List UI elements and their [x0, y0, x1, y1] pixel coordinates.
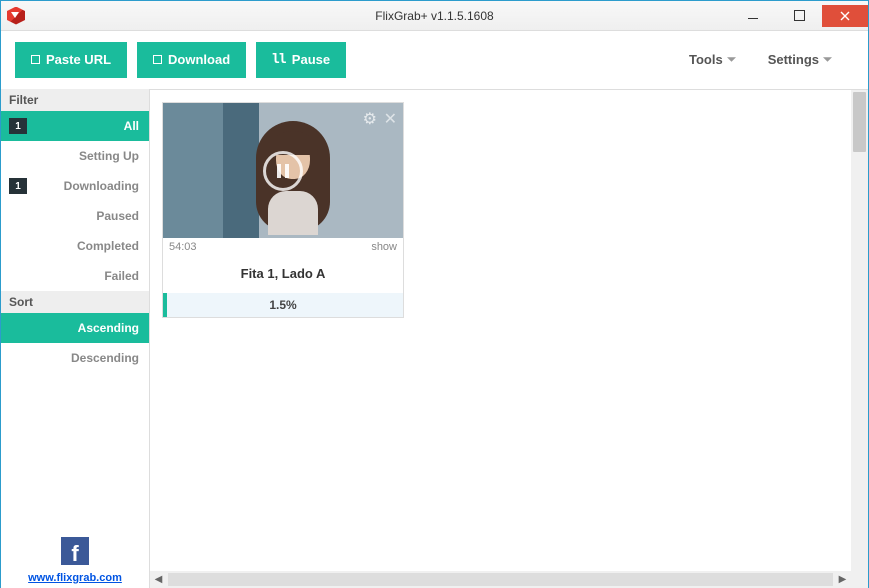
content-area: ⚙ ✕ 54:03 show Fita 1, Lado A 1.5% ◀ ▶ — [149, 89, 868, 588]
titlebar: FlixGrab+ v1.1.5.1608 — [1, 1, 868, 31]
card-meta: 54:03 show — [163, 238, 403, 256]
filter-all-label: All — [124, 119, 139, 133]
close-icon[interactable]: ✕ — [384, 109, 397, 129]
filter-completed[interactable]: Completed — [1, 231, 149, 261]
card-progress: 1.5% — [163, 293, 403, 317]
pause-label: Pause — [292, 52, 330, 67]
filter-setting-up-label: Setting Up — [79, 149, 139, 163]
maximize-button[interactable] — [776, 5, 822, 27]
filter-setting-up[interactable]: Setting Up — [1, 141, 149, 171]
toolbar: Paste URL Download ll Pause Tools Settin… — [1, 31, 868, 89]
filter-paused-label: Paused — [96, 209, 139, 223]
download-label: Download — [168, 52, 230, 67]
filter-completed-label: Completed — [77, 239, 139, 253]
window-title: FlixGrab+ v1.1.5.1608 — [375, 9, 493, 23]
filter-failed-label: Failed — [104, 269, 139, 283]
window-controls — [730, 5, 868, 27]
close-button[interactable] — [822, 5, 868, 27]
paste-icon — [31, 55, 40, 64]
sidebar: Filter 1 All Setting Up 1 Downloading Pa… — [1, 89, 149, 588]
scroll-corner — [851, 571, 868, 588]
scroll-right-icon[interactable]: ▶ — [834, 574, 851, 585]
tools-menu[interactable]: Tools — [689, 52, 736, 67]
sort-ascending[interactable]: Ascending — [1, 313, 149, 343]
progress-text: 1.5% — [269, 298, 296, 312]
vertical-scrollbar[interactable] — [851, 90, 868, 571]
settings-label: Settings — [768, 52, 819, 67]
download-icon — [153, 55, 162, 64]
card-duration: 54:03 — [169, 241, 197, 253]
filter-paused[interactable]: Paused — [1, 201, 149, 231]
filter-header: Filter — [1, 89, 149, 111]
gear-icon[interactable]: ⚙ — [363, 109, 377, 129]
download-button[interactable]: Download — [137, 42, 246, 78]
sort-header: Sort — [1, 291, 149, 313]
pause-icon: ll — [272, 52, 286, 67]
settings-menu[interactable]: Settings — [768, 52, 832, 67]
scroll-left-icon[interactable]: ◀ — [150, 574, 167, 585]
horizontal-scrollbar[interactable]: ◀ ▶ — [150, 571, 851, 588]
filter-downloading-label: Downloading — [64, 179, 139, 193]
card-thumbnail: ⚙ ✕ — [163, 103, 403, 238]
filter-all-count: 1 — [9, 118, 27, 134]
sort-desc-label: Descending — [71, 351, 139, 365]
card-title: Fita 1, Lado A — [163, 256, 403, 293]
tools-label: Tools — [689, 52, 723, 67]
sort-asc-label: Ascending — [78, 321, 139, 335]
download-card[interactable]: ⚙ ✕ 54:03 show Fita 1, Lado A 1.5% — [162, 102, 404, 318]
paste-url-button[interactable]: Paste URL — [15, 42, 127, 78]
filter-downloading-count: 1 — [9, 178, 27, 194]
filter-downloading[interactable]: 1 Downloading — [1, 171, 149, 201]
sidebar-footer: f www.flixgrab.com — [1, 529, 149, 588]
chevron-down-icon — [823, 57, 832, 63]
facebook-icon[interactable]: f — [61, 537, 89, 565]
minimize-button[interactable] — [730, 5, 776, 27]
chevron-down-icon — [727, 57, 736, 63]
filter-failed[interactable]: Failed — [1, 261, 149, 291]
pause-button[interactable]: ll Pause — [256, 42, 346, 78]
progress-bar — [163, 293, 167, 317]
app-icon — [7, 7, 25, 25]
card-action[interactable]: show — [371, 241, 397, 253]
sort-descending[interactable]: Descending — [1, 343, 149, 373]
filter-all[interactable]: 1 All — [1, 111, 149, 141]
pause-overlay-icon[interactable] — [263, 151, 303, 191]
website-link[interactable]: www.flixgrab.com — [28, 572, 122, 584]
paste-label: Paste URL — [46, 52, 111, 67]
